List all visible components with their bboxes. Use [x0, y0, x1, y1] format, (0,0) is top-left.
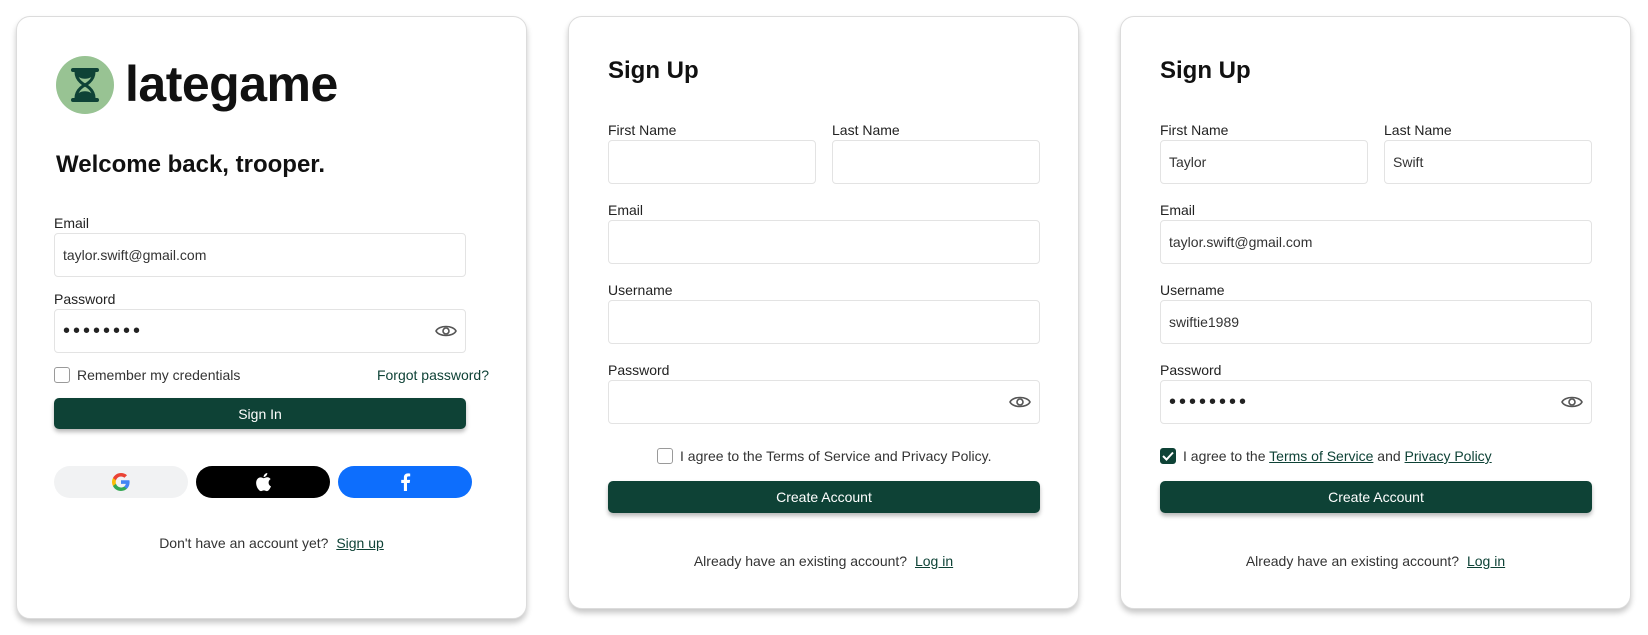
agree-label: I agree to the Terms of Service and Priv…: [1183, 448, 1492, 464]
password-value: ••••••••: [63, 319, 144, 342]
facebook-sign-in-button[interactable]: [338, 466, 472, 498]
username-field[interactable]: swiftie1989: [1160, 300, 1592, 344]
create-account-label: Create Account: [1328, 489, 1424, 505]
apple-sign-in-button[interactable]: [196, 466, 330, 498]
password-label: Password: [54, 291, 116, 307]
existing-account-text: Already have an existing account?: [1245, 553, 1460, 569]
google-sign-in-button[interactable]: [54, 466, 188, 498]
privacy-policy-link[interactable]: Privacy Policy: [1405, 448, 1492, 464]
email-label: Email: [608, 202, 644, 218]
remember-checkbox[interactable]: [54, 367, 70, 383]
signup-title: Sign Up: [1160, 57, 1251, 84]
google-icon: [112, 473, 130, 491]
signup-card-filled: Sign Up First Name Taylor Last Name Swif…: [1120, 16, 1631, 609]
email-value: taylor.swift@gmail.com: [1169, 234, 1313, 250]
checkmark-icon: [1162, 451, 1174, 461]
email-label: Email: [54, 215, 90, 231]
password-field[interactable]: [608, 380, 1040, 424]
show-password-eye-icon[interactable]: [435, 323, 457, 339]
signup-card-empty: Sign Up First Name Last Name Email Usern…: [568, 16, 1079, 609]
log-in-link[interactable]: Log in: [915, 553, 953, 569]
sign-up-link[interactable]: Sign up: [336, 535, 383, 551]
and-text: and: [1377, 448, 1401, 464]
existing-account-text: Already have an existing account?: [693, 553, 908, 569]
create-account-label: Create Account: [776, 489, 872, 505]
username-field[interactable]: [608, 300, 1040, 344]
password-value: ••••••••: [1169, 390, 1250, 413]
password-field[interactable]: ••••••••: [1160, 380, 1592, 424]
remember-label: Remember my credentials: [77, 367, 241, 383]
agree-checkbox[interactable]: [657, 448, 673, 464]
email-field[interactable]: [608, 220, 1040, 264]
welcome-heading: Welcome back, trooper.: [56, 151, 325, 178]
terms-of-service-link[interactable]: Terms of Service: [1269, 448, 1373, 464]
last-name-field[interactable]: [832, 140, 1040, 184]
last-name-field[interactable]: Swift: [1384, 140, 1592, 184]
username-label: Username: [608, 282, 673, 298]
first-name-label: First Name: [1160, 122, 1229, 138]
forgot-password-link[interactable]: Forgot password?: [377, 367, 489, 383]
create-account-button[interactable]: Create Account: [1160, 481, 1592, 513]
show-password-eye-icon[interactable]: [1009, 394, 1031, 410]
signup-title: Sign Up: [608, 57, 699, 84]
agree-label: I agree to the Terms of Service and Priv…: [680, 448, 992, 464]
login-prompt: Already have an existing account? Log in: [1121, 553, 1630, 569]
agree-checkbox[interactable]: [1160, 448, 1176, 464]
create-account-button[interactable]: Create Account: [608, 481, 1040, 513]
last-name-value: Swift: [1393, 154, 1424, 170]
last-name-label: Last Name: [832, 122, 900, 138]
agree-prefix: I agree to the: [1183, 448, 1266, 464]
password-label: Password: [608, 362, 670, 378]
login-card: lategame Welcome back, trooper. Email ta…: [16, 16, 527, 619]
show-password-eye-icon[interactable]: [1561, 394, 1583, 410]
first-name-field[interactable]: [608, 140, 816, 184]
log-in-link[interactable]: Log in: [1467, 553, 1505, 569]
facebook-icon: [401, 473, 411, 491]
logo-hourglass-icon: [56, 56, 114, 114]
password-label: Password: [1160, 362, 1222, 378]
email-value: taylor.swift@gmail.com: [63, 247, 207, 263]
first-name-label: First Name: [608, 122, 677, 138]
email-label: Email: [1160, 202, 1196, 218]
username-value: swiftie1989: [1169, 314, 1240, 330]
password-field[interactable]: ••••••••: [54, 309, 466, 353]
username-label: Username: [1160, 282, 1225, 298]
last-name-label: Last Name: [1384, 122, 1452, 138]
logo-text: lategame: [125, 56, 338, 112]
signup-prompt: Don't have an account yet? Sign up: [17, 535, 526, 551]
apple-icon: [256, 473, 271, 492]
first-name-field[interactable]: Taylor: [1160, 140, 1368, 184]
no-account-text: Don't have an account yet?: [159, 535, 329, 551]
sign-in-button[interactable]: Sign In: [54, 398, 466, 429]
email-field[interactable]: taylor.swift@gmail.com: [54, 233, 466, 277]
login-prompt: Already have an existing account? Log in: [569, 553, 1078, 569]
first-name-value: Taylor: [1169, 154, 1207, 170]
email-field[interactable]: taylor.swift@gmail.com: [1160, 220, 1592, 264]
sign-in-label: Sign In: [238, 405, 282, 422]
